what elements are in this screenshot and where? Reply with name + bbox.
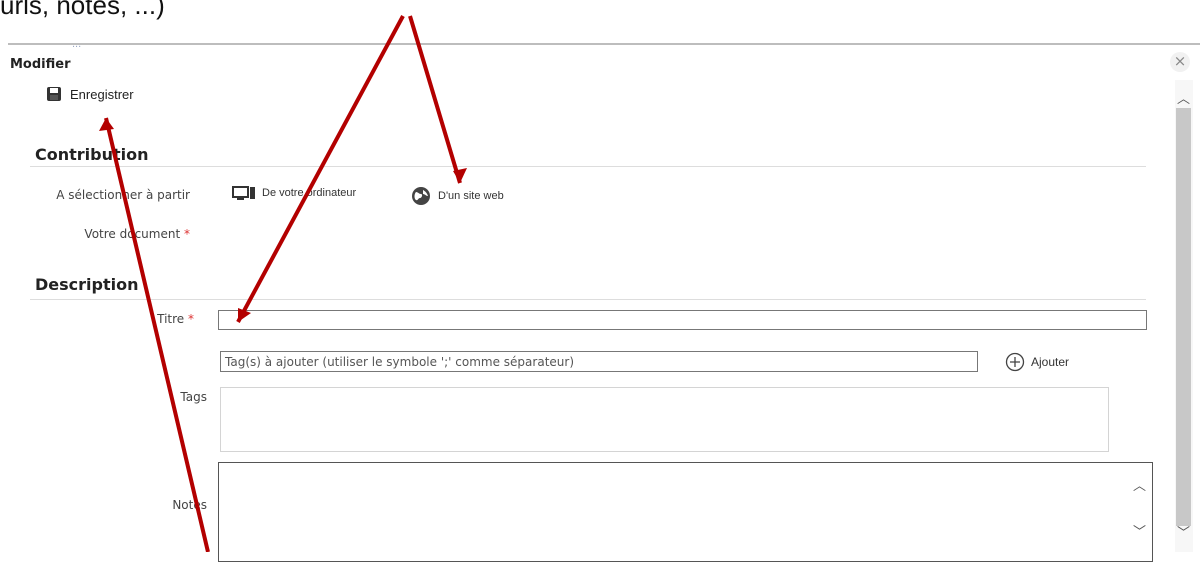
annotation-arrow-to-save <box>99 117 210 552</box>
contribution-heading: Contribution <box>35 145 149 164</box>
description-divider <box>30 299 1146 300</box>
tags-label: Tags <box>180 390 207 404</box>
chevron-down-icon[interactable]: ﹀ <box>1177 522 1190 541</box>
modal-top-border <box>8 43 1200 45</box>
notes-textarea[interactable]: ︿ ﹀ <box>218 462 1153 562</box>
required-marker: * <box>188 312 194 326</box>
chevron-up-icon[interactable]: ︿ <box>1133 475 1146 494</box>
chevron-up-icon[interactable]: ︿ <box>1177 88 1190 107</box>
document-label: Votre document * <box>0 227 190 241</box>
chevron-down-icon[interactable]: ﹀ <box>1133 521 1146 540</box>
annotation-arrow-to-website <box>408 15 467 184</box>
description-heading: Description <box>35 275 139 294</box>
document-label-text: Votre document <box>84 227 181 241</box>
tags-list[interactable] <box>220 387 1109 452</box>
title-input[interactable] <box>218 310 1147 330</box>
annotation-caption: urls, notes, ...) <box>0 0 165 20</box>
modal-title: Modifier <box>10 57 71 72</box>
required-marker: * <box>184 227 190 241</box>
option-website[interactable]: D'un site web <box>410 186 504 206</box>
title-label: Titre * <box>4 312 194 326</box>
plus-circle-icon <box>1005 352 1025 372</box>
close-icon[interactable]: × <box>1170 52 1190 72</box>
scrollbar-thumb[interactable] <box>1176 108 1191 526</box>
monitor-icon <box>232 186 255 200</box>
add-tag-button[interactable]: Ajouter <box>1005 352 1069 372</box>
tag-input[interactable]: Tag(s) à ajouter (utiliser le symbole ';… <box>220 351 978 372</box>
option-website-label: D'un site web <box>438 190 504 202</box>
select-from-label: A sélectionner à partir <box>56 188 190 202</box>
floppy-disk-icon <box>47 87 61 101</box>
title-label-text: Titre <box>157 312 185 326</box>
notes-label: Notes <box>172 498 207 512</box>
save-label: Enregistrer <box>70 86 134 102</box>
add-tag-label: Ajouter <box>1031 355 1070 369</box>
option-computer-label: De votre ordinateur <box>262 187 357 199</box>
globe-icon <box>412 187 430 205</box>
annotation-arrow-to-title <box>236 15 405 323</box>
option-computer[interactable]: De votre ordinateur <box>232 186 356 200</box>
save-button[interactable]: Enregistrer <box>46 86 134 102</box>
contribution-divider <box>30 166 1146 167</box>
